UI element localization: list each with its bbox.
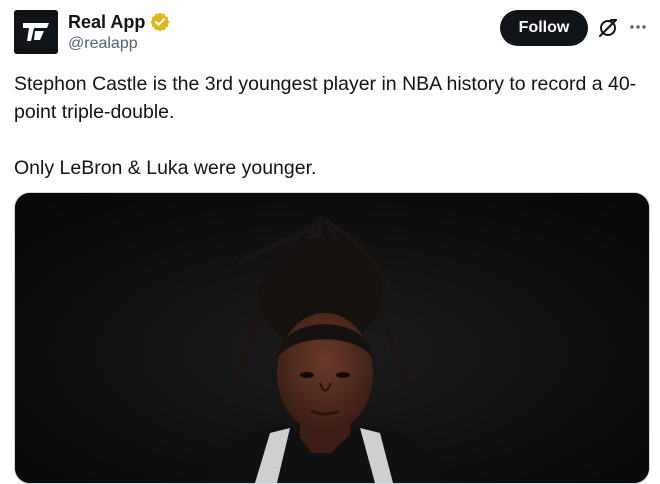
more-options-icon[interactable] <box>627 16 649 38</box>
tweet-paragraph: Stephon Castle is the 3rd youngest playe… <box>14 73 637 123</box>
avatar[interactable] <box>14 10 58 54</box>
tweet-media-photo[interactable] <box>14 192 650 484</box>
player-photo-illustration <box>15 193 649 483</box>
grok-icon[interactable] <box>597 17 619 39</box>
account-handle[interactable]: @realapp <box>68 35 138 53</box>
tweet-header: Real App @realapp Follow <box>0 0 660 62</box>
tweet-paragraph: Only LeBron & Luka were younger. <box>14 157 317 179</box>
display-name[interactable]: Real App <box>68 12 145 33</box>
tweet-text: Stephon Castle is the 3rd youngest playe… <box>14 70 646 182</box>
avatar-logo-icon <box>14 10 58 54</box>
name-row: Real App <box>68 11 170 33</box>
follow-button[interactable]: Follow <box>500 10 588 46</box>
verified-badge-icon[interactable] <box>150 12 170 32</box>
